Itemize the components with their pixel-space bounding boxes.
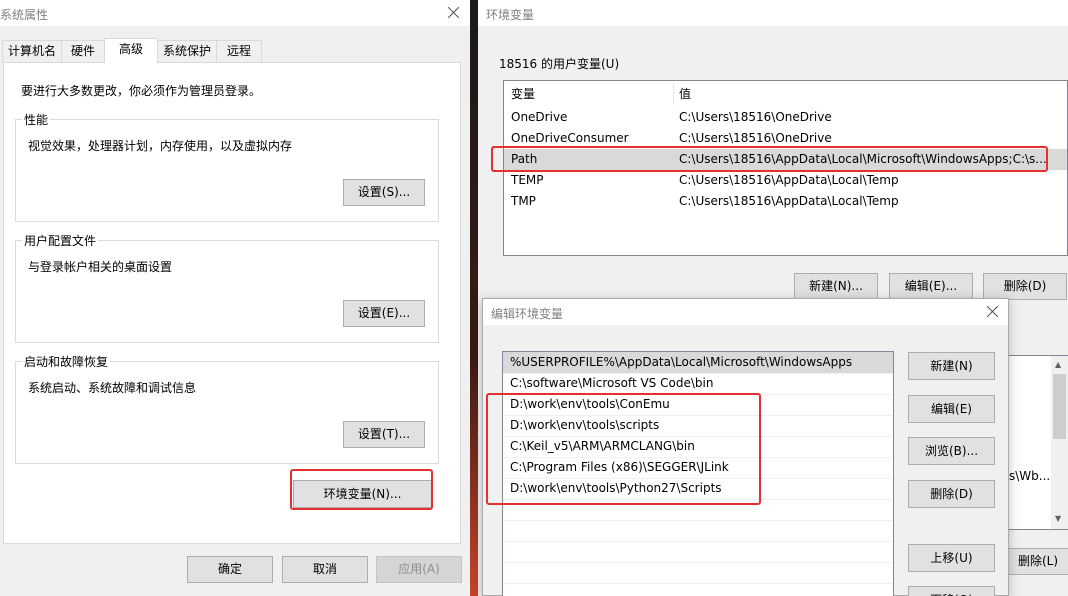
scrollbar-thumb[interactable] xyxy=(1053,374,1066,439)
apply-button[interactable]: 应用(A) xyxy=(376,556,462,583)
environment-variables-titlebar: 环境变量 xyxy=(478,0,1068,26)
scroll-up-icon[interactable]: ▲ xyxy=(1055,360,1061,369)
path-entries-list[interactable]: %USERPROFILE%\AppData\Local\Microsoft\Wi… xyxy=(502,351,894,596)
row-separator xyxy=(503,373,893,374)
user-profiles-group xyxy=(15,240,439,343)
startup-recovery-group xyxy=(15,361,439,464)
variable-name[interactable]: TMP xyxy=(511,191,536,212)
delete-variable-button[interactable]: 删除(D) xyxy=(983,273,1067,300)
path-entry[interactable]: D:\work\env\tools\scripts xyxy=(510,415,659,436)
performance-desc: 视觉效果，处理器计划，内存使用，以及虚拟内存 xyxy=(28,139,293,153)
system-properties-window: 系统属性 计算机名 硬件 高级 系统保护 远程 要进行大多数更改，你必须作为管理… xyxy=(0,0,470,596)
column-header-value[interactable]: 值 xyxy=(679,84,691,105)
close-icon[interactable] xyxy=(444,3,464,23)
variable-value[interactable]: C:\Users\18516\OneDrive xyxy=(679,107,832,128)
path-entry[interactable]: %USERPROFILE%\AppData\Local\Microsoft\Wi… xyxy=(510,352,852,373)
edit-variable-button[interactable]: 编辑(E)... xyxy=(889,273,973,300)
new-variable-button[interactable]: 新建(N)... xyxy=(794,273,878,300)
delete-path-button[interactable]: 删除(D) xyxy=(908,480,995,508)
variable-name[interactable]: TEMP xyxy=(511,170,544,191)
variable-name[interactable]: OneDriveConsumer xyxy=(511,128,629,149)
scroll-down-icon[interactable]: ▼ xyxy=(1055,514,1061,523)
variable-value[interactable]: C:\Users\18516\AppData\Local\Microsoft\W… xyxy=(679,149,1047,170)
move-up-button[interactable]: 上移(U) xyxy=(908,544,995,572)
user-profiles-settings-button[interactable]: 设置(E)... xyxy=(343,300,425,327)
path-entry[interactable]: C:\Program Files (x86)\SEGGER\JLink xyxy=(510,457,729,478)
edit-path-button[interactable]: 编辑(E) xyxy=(908,395,995,423)
row-separator xyxy=(503,541,893,542)
row-separator xyxy=(503,583,893,584)
admin-notice: 要进行大多数更改，你必须作为管理员登录。 xyxy=(21,84,262,98)
performance-group xyxy=(15,119,439,222)
row-separator xyxy=(503,457,893,458)
performance-title: 性能 xyxy=(22,111,51,128)
startup-recovery-desc: 系统启动、系统故障和调试信息 xyxy=(28,381,197,395)
cancel-button[interactable]: 取消 xyxy=(282,556,368,583)
window-title: 系统属性 xyxy=(0,8,49,22)
path-entry[interactable]: C:\software\Microsoft VS Code\bin xyxy=(510,373,713,394)
path-entry[interactable]: D:\work\env\tools\Python27\Scripts xyxy=(510,478,722,499)
variable-name[interactable]: OneDrive xyxy=(511,107,567,128)
new-path-button[interactable]: 新建(N) xyxy=(908,352,995,380)
row-separator xyxy=(503,394,893,395)
user-variables-list[interactable]: 变量 值 OneDrive C:\Users\18516\OneDrive On… xyxy=(503,80,1068,256)
variable-name[interactable]: Path xyxy=(511,149,537,170)
row-separator xyxy=(503,520,893,521)
scrollbar[interactable]: ▲ ▼ xyxy=(1051,356,1068,529)
row-separator xyxy=(503,436,893,437)
desktop-gap xyxy=(470,0,478,596)
close-icon[interactable] xyxy=(983,302,1003,322)
browse-button[interactable]: 浏览(B)... xyxy=(908,437,995,465)
tab-system-protection[interactable]: 系统保护 xyxy=(157,40,217,62)
user-profiles-title: 用户配置文件 xyxy=(22,232,99,249)
system-properties-titlebar: 系统属性 xyxy=(0,0,470,26)
row-separator xyxy=(503,478,893,479)
system-variables-list[interactable]: s\Wb... ▲ ▼ xyxy=(1008,355,1068,530)
tab-remote[interactable]: 远程 xyxy=(216,40,262,62)
tab-computer-name[interactable]: 计算机名 xyxy=(2,40,62,62)
ok-button[interactable]: 确定 xyxy=(187,556,273,583)
edit-environment-variable-dialog: 编辑环境变量 %USERPROFILE%\AppData\Local\Micro… xyxy=(482,298,1009,596)
tab-hardware[interactable]: 硬件 xyxy=(61,40,105,62)
column-divider xyxy=(673,83,674,105)
environment-variables-button[interactable]: 环境变量(N)... xyxy=(293,480,432,508)
tab-advanced[interactable]: 高级 xyxy=(104,38,158,63)
variable-value[interactable]: C:\Users\18516\AppData\Local\Temp xyxy=(679,170,899,191)
performance-settings-button[interactable]: 设置(S)... xyxy=(343,179,425,206)
path-entry[interactable]: C:\Keil_v5\ARM\ARMCLANG\bin xyxy=(510,436,695,457)
column-header-variable[interactable]: 变量 xyxy=(511,84,535,105)
row-separator xyxy=(503,415,893,416)
startup-recovery-settings-button[interactable]: 设置(T)... xyxy=(343,421,425,448)
dialog-title: 编辑环境变量 xyxy=(491,307,564,321)
variable-value[interactable]: C:\Users\18516\AppData\Local\Temp xyxy=(679,191,899,212)
row-separator xyxy=(503,499,893,500)
user-variables-label: 18516 的用户变量(U) xyxy=(499,57,620,71)
variable-value[interactable]: C:\Users\18516\OneDrive xyxy=(679,128,832,149)
row-separator xyxy=(503,562,893,563)
window-title: 环境变量 xyxy=(486,8,535,22)
tab-page: 要进行大多数更改，你必须作为管理员登录。 性能 视觉效果，处理器计划，内存使用，… xyxy=(3,62,461,544)
user-profiles-desc: 与登录帐户相关的桌面设置 xyxy=(28,260,173,274)
move-down-button[interactable]: 下移(O) xyxy=(908,586,995,596)
partial-variable-value[interactable]: s\Wb... xyxy=(1009,466,1050,487)
path-entry[interactable]: D:\work\env\tools\ConEmu xyxy=(510,394,670,415)
edit-dialog-titlebar: 编辑环境变量 xyxy=(483,299,1008,325)
startup-recovery-title: 启动和故障恢复 xyxy=(22,353,111,370)
